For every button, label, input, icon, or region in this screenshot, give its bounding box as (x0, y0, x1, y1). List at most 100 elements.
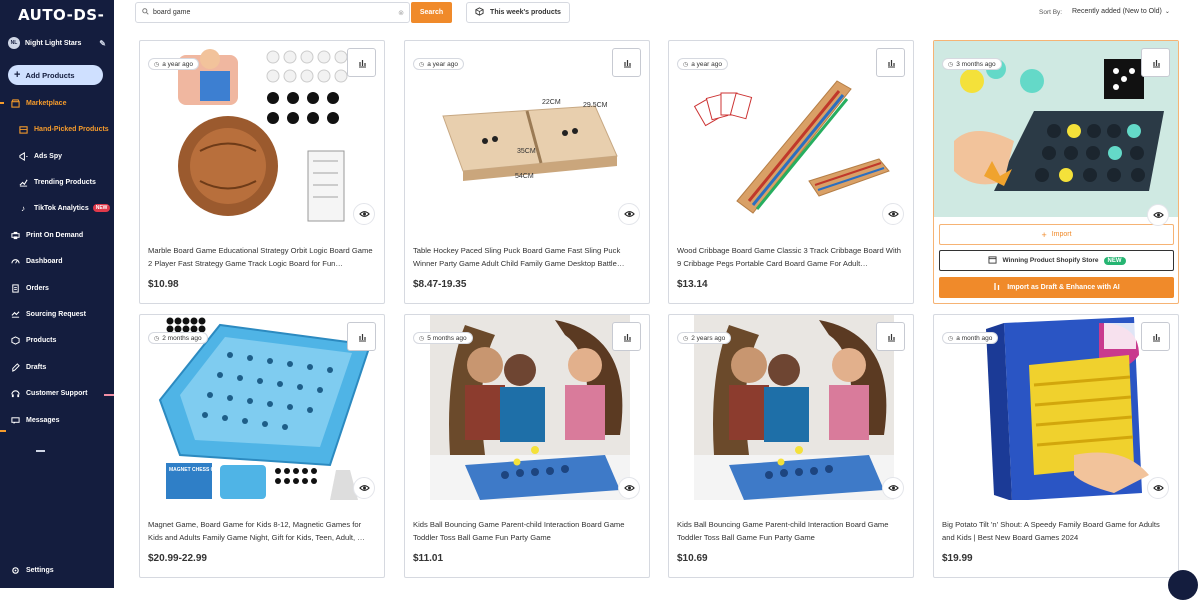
product-card[interactable]: ◷ 3 months ago + Import Winning Product S… (933, 40, 1179, 304)
app-logo[interactable]: AUTO-DS- (18, 6, 104, 24)
product-title[interactable]: Magnet Game, Board Game for Kids 8-12, M… (148, 518, 378, 544)
eye-icon (887, 211, 899, 217)
eye-icon (887, 485, 899, 491)
age-badge: ◷ a month ago (942, 332, 999, 344)
sidebar-item-hand-picked[interactable]: Hand-Picked Products (18, 122, 118, 136)
age-badge: ◷ a year ago (677, 58, 728, 70)
sidebar-item-products[interactable]: Products (10, 333, 110, 347)
support-indicator (104, 394, 114, 396)
product-price: $13.14 (677, 279, 708, 290)
age-text: a month ago (956, 334, 993, 342)
sort-select[interactable]: Recently added (New to Old) ⌄ (1072, 8, 1170, 15)
stats-button[interactable] (347, 48, 376, 77)
import-button[interactable]: + Import (939, 224, 1174, 245)
store-avatar: NL (8, 37, 20, 49)
sidebar-item-orders[interactable]: Orders (10, 281, 110, 295)
print-icon (10, 230, 20, 240)
sidebar-item-dashboard[interactable]: Dashboard (10, 254, 110, 268)
stats-button[interactable] (876, 48, 905, 77)
sidebar-item-drafts[interactable]: Drafts (10, 360, 110, 374)
preview-button[interactable] (1147, 204, 1169, 226)
import-as-draft-button[interactable]: Import as Draft & Enhance with AI (939, 277, 1174, 298)
product-title[interactable]: Marble Board Game Educational Strategy O… (148, 244, 378, 270)
stats-button[interactable] (612, 322, 641, 351)
eye-icon (623, 211, 635, 217)
winning-product-store-button[interactable]: Winning Product Shopify Store NEW (939, 250, 1174, 271)
sidebar-item-trending[interactable]: Trending Products (18, 175, 118, 189)
search-input[interactable]: board game ⊗ (135, 2, 410, 23)
this-week-button[interactable]: This week's products (466, 2, 570, 23)
sidebar-item-ads-spy[interactable]: Ads Spy (18, 149, 118, 163)
stats-button[interactable] (1141, 48, 1170, 77)
clock-icon: ◷ (948, 335, 954, 342)
preview-button[interactable] (353, 477, 375, 499)
preview-button[interactable] (882, 477, 904, 499)
sidebar-item-customer-support[interactable]: Customer Support (10, 386, 110, 400)
product-card[interactable]: ◷ a month ago Big Potato Tilt 'n' Shout: … (933, 314, 1179, 578)
plus-icon: + (1041, 229, 1047, 240)
sidebar-item-marketplace[interactable]: Marketplace (10, 96, 110, 110)
product-price: $19.99 (942, 553, 973, 564)
age-text: a year ago (162, 60, 193, 68)
product-card[interactable]: ◷ 2 years ago Kids Ball Bouncing Game Par… (668, 314, 914, 578)
product-price: $10.98 (148, 279, 179, 290)
product-title[interactable]: Wood Cribbage Board Game Classic 3 Track… (677, 244, 907, 270)
messages-indicator (0, 430, 6, 432)
sidebar: AUTO-DS- NL Night Light Stars ✎ + Add Pr… (0, 0, 114, 588)
trend-icon (18, 177, 28, 187)
product-title[interactable]: Kids Ball Bouncing Game Parent-child Int… (677, 518, 907, 544)
stats-button[interactable] (612, 48, 641, 77)
product-title[interactable]: Kids Ball Bouncing Game Parent-child Int… (413, 518, 643, 544)
sidebar-item-label: Settings (26, 566, 54, 574)
import-label: Import (1051, 231, 1072, 238)
preview-button[interactable] (1147, 477, 1169, 499)
preview-button[interactable] (882, 203, 904, 225)
winning-label: Winning Product Shopify Store (1002, 257, 1099, 264)
stats-button[interactable] (347, 322, 376, 351)
sidebar-item-label: Hand-Picked Products (34, 125, 109, 133)
search-button[interactable]: Search (411, 2, 452, 23)
stats-button[interactable] (876, 322, 905, 351)
add-products-button[interactable]: + Add Products (8, 65, 103, 85)
age-badge: ◷ 2 months ago (148, 332, 208, 344)
sidebar-item-settings[interactable]: Settings (10, 563, 110, 577)
product-card[interactable]: ◷ a year ago Marble Board Game Educationa… (139, 40, 385, 304)
product-card[interactable]: MAGNET CHESS GAME ◷ 2 months ago Magnet G… (139, 314, 385, 578)
store-selector[interactable]: NL Night Light Stars ✎ (8, 36, 106, 50)
sidebar-item-label: Drafts (26, 363, 47, 371)
sidebar-item-tiktok[interactable]: ♪ TikTok Analytics NEW (18, 201, 118, 215)
dashboard-icon (10, 256, 20, 266)
collapse-handle[interactable] (36, 450, 45, 452)
sidebar-item-print-on-demand[interactable]: Print On Demand (10, 228, 110, 242)
clock-icon: ◷ (154, 61, 160, 68)
clock-icon: ◷ (154, 335, 160, 342)
product-title[interactable]: Big Potato Tilt 'n' Shout: A Speedy Fami… (942, 518, 1172, 544)
chevron-down-icon: ⌄ (1164, 9, 1170, 15)
chat-widget-button[interactable] (1168, 570, 1198, 600)
sort-label: Sort By: (1039, 9, 1063, 16)
bar-chart-icon (1152, 59, 1160, 67)
preview-button[interactable] (353, 203, 375, 225)
bar-chart-icon (358, 333, 366, 341)
product-card[interactable]: ◷ a year ago Wood Cribbage Board Game Cla… (668, 40, 914, 304)
preview-button[interactable] (618, 477, 640, 499)
sidebar-item-messages[interactable]: Messages (10, 413, 110, 427)
stats-button[interactable] (1141, 322, 1170, 351)
eye-icon (358, 485, 370, 491)
sidebar-item-label: Customer Support (26, 389, 88, 397)
product-card[interactable]: 22CM 29.5CM 35CM 54CM ◷ a year ago Table … (404, 40, 650, 304)
gear-icon (10, 565, 20, 575)
product-card[interactable]: ◷ 5 months ago Kids Ball Bouncing Game Pa… (404, 314, 650, 578)
product-price: $8.47-19.35 (413, 279, 467, 290)
clear-icon[interactable]: ⊗ (398, 9, 404, 17)
age-text: a year ago (691, 60, 722, 68)
bar-chart-icon (623, 333, 631, 341)
tiktok-icon: ♪ (21, 203, 25, 213)
preview-button[interactable] (618, 203, 640, 225)
plus-icon: + (14, 68, 21, 81)
sidebar-item-sourcing[interactable]: Sourcing Request (10, 307, 110, 321)
edit-icon[interactable]: ✎ (99, 39, 106, 48)
age-text: 3 months ago (956, 60, 996, 68)
sidebar-item-label: TikTok Analytics (34, 204, 89, 212)
product-title[interactable]: Table Hockey Paced Sling Puck Board Game… (413, 244, 643, 270)
